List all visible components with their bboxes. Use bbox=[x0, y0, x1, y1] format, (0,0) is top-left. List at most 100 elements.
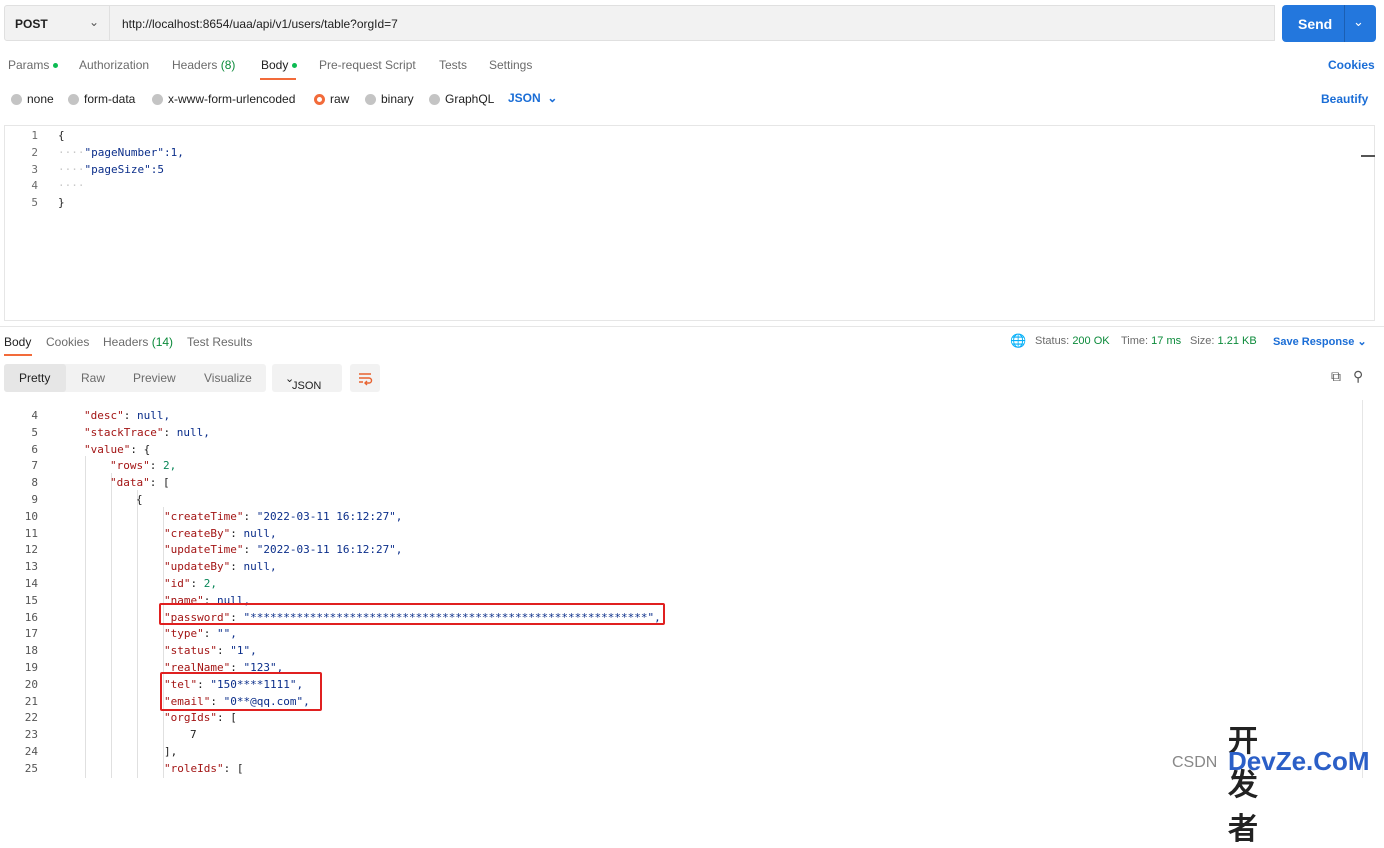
line-number: 1 bbox=[31, 129, 38, 142]
response-line-number: 10 bbox=[24, 509, 38, 523]
response-line-number: 25 bbox=[24, 761, 38, 775]
save-response-button[interactable]: Save Response ⌄ bbox=[1273, 335, 1367, 348]
send-label: Send bbox=[1298, 16, 1333, 32]
response-line-number: 7 bbox=[31, 459, 38, 473]
radio-x-www-form-urlencoded[interactable]: x-www-form-urlencoded bbox=[152, 92, 295, 106]
format-label: JSON ⌄ bbox=[282, 373, 322, 392]
response-format-select[interactable]: JSON ⌄ bbox=[272, 364, 342, 392]
radio-circle bbox=[11, 94, 22, 105]
cookies-link[interactable]: Cookies bbox=[1328, 58, 1375, 72]
body-language-select[interactable]: JSON ⌄ bbox=[508, 91, 557, 105]
response-line-number: 21 bbox=[24, 694, 38, 708]
response-line: "updateTime": "2022-03-11 16:12:27", bbox=[164, 543, 403, 557]
response-line-number: 15 bbox=[24, 593, 38, 607]
response-line: ], bbox=[164, 745, 178, 758]
response-line: { bbox=[136, 493, 143, 506]
tab-params[interactable]: Params bbox=[8, 58, 59, 72]
response-line-number: 18 bbox=[24, 644, 38, 658]
response-line-number: 11 bbox=[24, 526, 38, 540]
response-scrollbar[interactable] bbox=[1362, 400, 1373, 778]
radio-binary[interactable]: binary bbox=[365, 92, 414, 106]
active-tab-underline bbox=[260, 78, 296, 80]
resp-tab-test-results[interactable]: Test Results bbox=[187, 335, 252, 349]
tab-settings[interactable]: Settings bbox=[489, 58, 532, 72]
copy-icon[interactable]: ⧉ bbox=[1331, 368, 1341, 385]
watermark-en: DevZe.CoM bbox=[1228, 746, 1370, 776]
indent-guide bbox=[137, 490, 138, 778]
response-line: "updateBy": null, bbox=[164, 560, 277, 574]
response-line-number: 9 bbox=[31, 493, 38, 506]
response-line: "roleIds": [ bbox=[164, 761, 244, 775]
radio-none[interactable]: none bbox=[11, 92, 54, 106]
code-line-whitespace: ···· bbox=[58, 179, 85, 192]
response-line-number: 24 bbox=[24, 745, 38, 758]
wrap-lines-button[interactable] bbox=[350, 364, 380, 392]
response-line-number: 23 bbox=[24, 728, 38, 742]
radio-circle bbox=[68, 94, 79, 105]
url-input[interactable]: http://localhost:8654/uaa/api/v1/users/t… bbox=[110, 5, 1275, 41]
response-line-number: 5 bbox=[31, 425, 38, 439]
code-line: ····"pageNumber":1, bbox=[58, 146, 184, 159]
tab-body[interactable]: Body bbox=[261, 58, 298, 72]
view-raw[interactable]: Raw bbox=[81, 371, 105, 385]
chevron-down-icon[interactable]: ⌄ bbox=[1353, 14, 1364, 30]
size-readout[interactable]: Size: 1.21 KB bbox=[1190, 335, 1257, 347]
response-divider[interactable] bbox=[0, 326, 1384, 327]
view-preview[interactable]: Preview bbox=[133, 371, 176, 385]
tab-tests[interactable]: Tests bbox=[439, 58, 467, 72]
chevron-down-icon: ⌄ bbox=[547, 91, 558, 105]
globe-icon[interactable]: 🌐 bbox=[1010, 333, 1026, 349]
method-select[interactable]: POST ⌄ bbox=[4, 5, 110, 41]
highlight-tel-email bbox=[160, 672, 322, 711]
request-body-editor[interactable] bbox=[4, 125, 1375, 321]
response-line-number: 6 bbox=[31, 442, 38, 456]
response-line: "type": "", bbox=[164, 627, 237, 641]
body-dot bbox=[292, 63, 298, 69]
response-line: "rows": 2, bbox=[110, 459, 177, 473]
watermark-cn: 开发者 bbox=[1228, 725, 1264, 846]
response-line: "status": "1", bbox=[164, 644, 257, 658]
indent-guide bbox=[85, 456, 86, 778]
time-readout[interactable]: Time: 17 ms bbox=[1121, 335, 1181, 347]
radio-graphql[interactable]: GraphQL bbox=[429, 92, 494, 106]
response-line: "data": [ bbox=[110, 476, 170, 490]
response-line: "createTime": "2022-03-11 16:12:27", bbox=[164, 509, 403, 523]
response-line-number: 17 bbox=[24, 627, 38, 641]
response-line: 7 bbox=[190, 728, 197, 742]
response-line-number: 19 bbox=[24, 661, 38, 674]
line-number: 2 bbox=[31, 146, 38, 159]
send-divider bbox=[1344, 5, 1345, 42]
radio-raw[interactable]: raw bbox=[314, 92, 349, 106]
highlight-password bbox=[159, 603, 665, 625]
tab-authorization[interactable]: Authorization bbox=[79, 58, 149, 72]
url-text: http://localhost:8654/uaa/api/v1/users/t… bbox=[122, 17, 398, 31]
resp-tab-body[interactable]: Body bbox=[4, 335, 31, 349]
radio-form-data[interactable]: form-data bbox=[68, 92, 135, 106]
response-line-number: 4 bbox=[31, 409, 38, 422]
response-line: "id": 2, bbox=[164, 577, 217, 590]
send-button[interactable]: Send ⌄ bbox=[1282, 5, 1376, 42]
editor-scroll-indicator bbox=[1361, 155, 1375, 157]
resp-tab-cookies[interactable]: Cookies bbox=[46, 335, 89, 349]
response-line-number: 14 bbox=[24, 577, 38, 590]
view-visualize[interactable]: Visualize bbox=[204, 371, 252, 385]
response-line: "value": { bbox=[84, 442, 151, 456]
wrap-icon bbox=[359, 373, 373, 386]
radio-circle-selected bbox=[314, 94, 325, 105]
resp-active-tab-underline bbox=[4, 354, 32, 356]
status-readout: Status: 200 OK bbox=[1035, 335, 1110, 347]
search-icon[interactable]: ⚲ bbox=[1353, 368, 1363, 385]
view-pretty[interactable]: Pretty bbox=[19, 371, 50, 385]
tab-pre-request-script[interactable]: Pre-request Script bbox=[319, 58, 416, 72]
line-number: 5 bbox=[31, 196, 38, 209]
method-label: POST bbox=[15, 17, 48, 31]
resp-tab-headers[interactable]: Headers (14) bbox=[103, 335, 173, 349]
response-line-number: 12 bbox=[24, 543, 38, 557]
indent-guide bbox=[111, 473, 112, 778]
tab-headers[interactable]: Headers (8) bbox=[172, 58, 235, 72]
beautify-link[interactable]: Beautify bbox=[1321, 92, 1368, 106]
response-line: "createBy": null, bbox=[164, 526, 277, 540]
response-line: "orgIds": [ bbox=[164, 711, 237, 725]
response-line-number: 8 bbox=[31, 476, 38, 490]
code-line: } bbox=[58, 196, 65, 209]
